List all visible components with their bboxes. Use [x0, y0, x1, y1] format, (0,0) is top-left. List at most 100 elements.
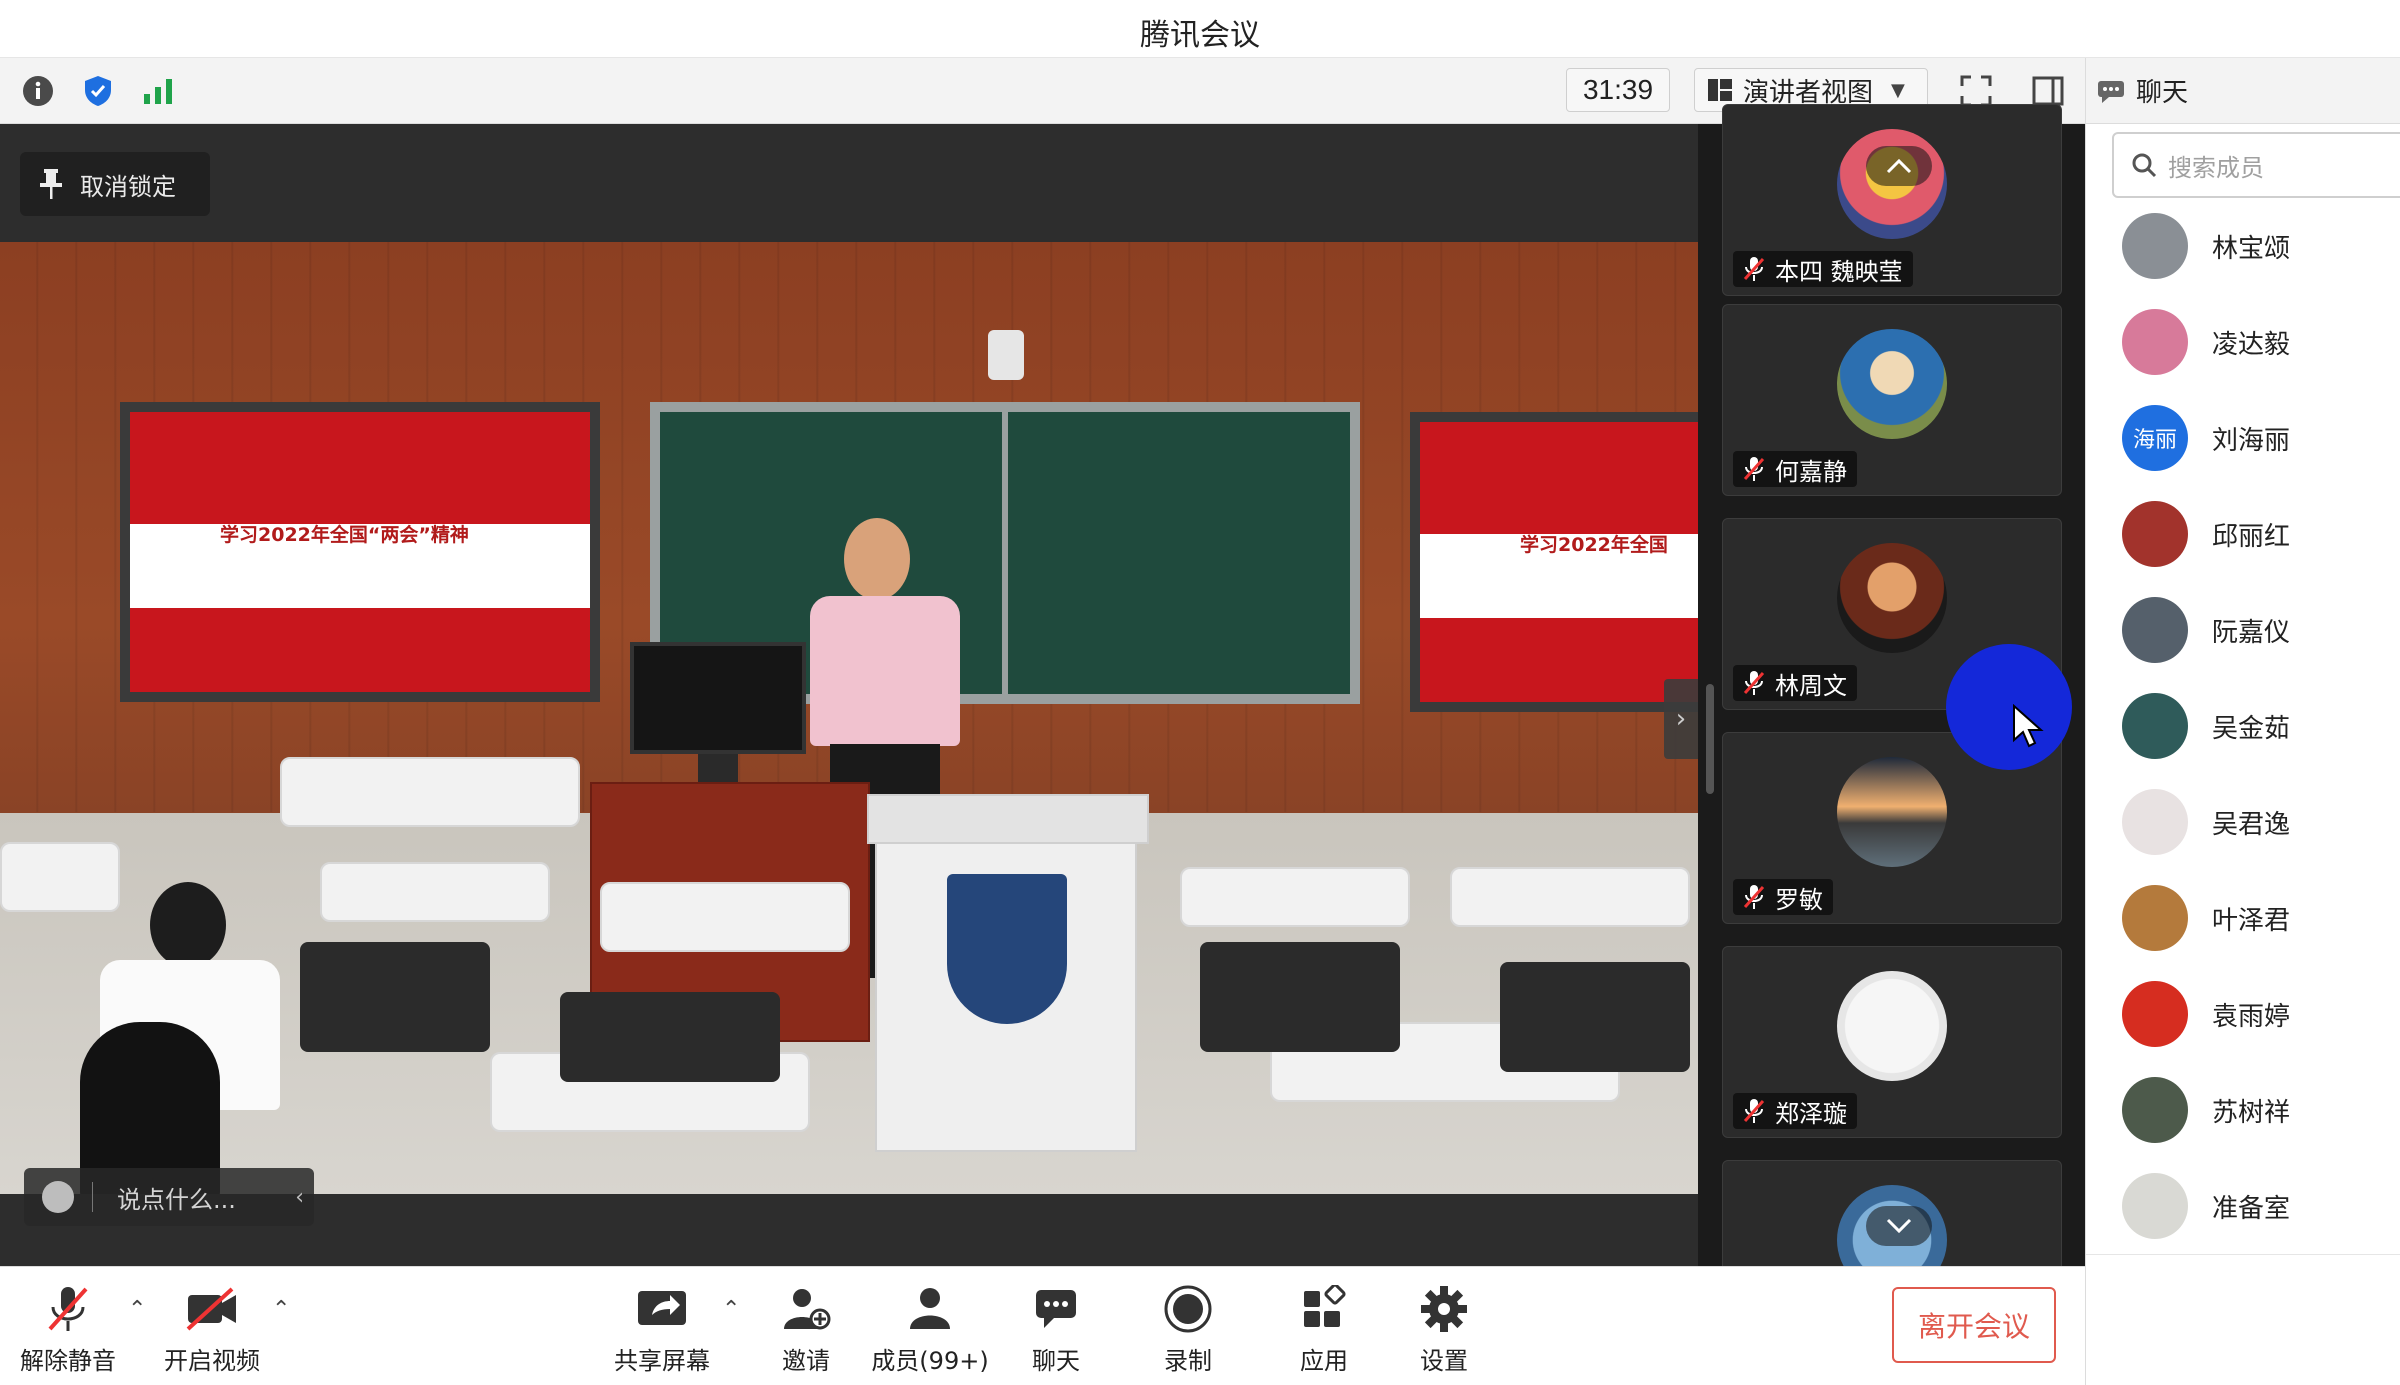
member-avatar [2122, 1077, 2188, 1143]
start-video-button[interactable]: 开启视频 [152, 1281, 272, 1376]
participant-name-tag: 何嘉静 [1733, 451, 1857, 487]
comment-placeholder: 说点什么... [117, 1185, 236, 1214]
chat-icon [2098, 80, 2124, 103]
video-options-chevron-icon[interactable]: ⌃ [272, 1297, 290, 1322]
shield-icon[interactable] [80, 73, 116, 109]
scroll-up-button[interactable] [1866, 146, 1932, 186]
chair [1200, 942, 1400, 1052]
main-video-stage[interactable]: 学习2022年全国“两会”精神 学习2022年全国 取消锁定 说点什么... ‹ [0, 124, 1698, 1266]
members-button[interactable]: 成员(99+) [870, 1281, 990, 1376]
member-search-input[interactable]: 搜索成员 [2112, 132, 2400, 198]
invite-user-icon [784, 1289, 831, 1330]
member-row[interactable]: 苏树祥 [2122, 1075, 2392, 1145]
member-avatar [2122, 1173, 2188, 1239]
member-row[interactable]: 阮嘉仪 [2122, 595, 2392, 665]
window-title: 腾讯会议 [1140, 18, 1260, 53]
member-row[interactable]: 林宝颂 [2122, 211, 2392, 281]
participant-avatar [1837, 329, 1947, 439]
record-label: 录制 [1164, 1347, 1212, 1375]
member-row[interactable]: 袁雨婷 [2122, 979, 2392, 1049]
settings-button[interactable]: 设置 [1384, 1281, 1504, 1376]
member-name: 阮嘉仪 [2212, 617, 2291, 648]
member-avatar [2122, 789, 2188, 855]
share-options-chevron-icon[interactable]: ⌃ [722, 1297, 740, 1322]
member-avatar [2122, 309, 2188, 375]
member-avatar [2122, 501, 2188, 567]
collapse-gallery-button[interactable]: › [1664, 679, 1698, 759]
participant-name-tag: 本四 魏映莹 [1733, 251, 1913, 287]
unmute-label: 解除静音 [20, 1347, 116, 1375]
member-row[interactable]: 凌达毅 [2122, 307, 2392, 377]
share-screen-label: 共享屏幕 [614, 1347, 710, 1375]
member-row[interactable]: 吴金茹 [2122, 691, 2392, 761]
member-name: 准备室 [2212, 1193, 2291, 1224]
podium [867, 794, 1149, 1152]
desk-monitor [630, 642, 806, 754]
mic-muted-icon [1743, 671, 1765, 695]
student-desk [320, 862, 550, 922]
participant-name: 何嘉静 [1775, 457, 1847, 486]
participant-name-tag: 林周文 [1733, 665, 1857, 701]
participant-name: 本四 魏映莹 [1775, 257, 1903, 286]
members-icon [910, 1288, 950, 1329]
screen-text-right: 学习2022年全国 [1520, 534, 1668, 556]
mic-muted-icon [48, 1287, 88, 1331]
apps-button[interactable]: 应用 [1264, 1281, 1384, 1376]
participant-name: 罗敏 [1775, 885, 1823, 914]
panel-title: 聊天 [2136, 78, 2189, 108]
chat-label: 聊天 [1032, 1347, 1080, 1375]
unmute-button[interactable]: 解除静音 [8, 1281, 128, 1376]
participant-avatar [1837, 543, 1947, 653]
member-name: 吴金茹 [2212, 713, 2291, 744]
chevron-up-icon [1886, 158, 1912, 174]
scroll-down-button[interactable] [1866, 1206, 1932, 1246]
unlock-pin-button[interactable]: 取消锁定 [20, 152, 210, 216]
member-row[interactable]: 海丽 刘海丽 [2122, 403, 2392, 473]
participant-tile[interactable]: 本四 魏映莹 [1722, 104, 2062, 296]
member-avatar [2122, 597, 2188, 663]
participant-tile[interactable]: 何嘉静 [1722, 304, 2062, 496]
chevron-down-icon [1886, 1218, 1912, 1234]
student-desk [1180, 867, 1410, 927]
left-display-screen: 学习2022年全国“两会”精神 [120, 402, 600, 702]
emoji-icon[interactable] [42, 1181, 74, 1213]
leave-meeting-button[interactable]: 离开会议 [1892, 1287, 2056, 1363]
gear-icon [1421, 1286, 1467, 1332]
member-name: 吴君逸 [2212, 809, 2291, 840]
search-placeholder: 搜索成员 [2168, 153, 2264, 182]
info-icon[interactable] [20, 73, 56, 109]
pin-icon [40, 169, 62, 199]
settings-label: 设置 [1420, 1347, 1468, 1375]
student-desk [1450, 867, 1690, 927]
invite-label: 邀请 [782, 1347, 830, 1375]
member-name: 林宝颂 [2212, 233, 2291, 264]
participant-name-tag: 郑泽璇 [1733, 1093, 1857, 1129]
title-bar: 腾讯会议 [0, 0, 2400, 58]
audio-options-chevron-icon[interactable]: ⌃ [128, 1297, 146, 1322]
member-name: 邱丽红 [2212, 521, 2291, 552]
participant-avatar [1837, 971, 1947, 1081]
gallery-splitter[interactable] [1706, 684, 1714, 794]
member-row[interactable]: 叶泽君 [2122, 883, 2392, 953]
student-desk [280, 757, 580, 827]
participant-avatar [1837, 757, 1947, 867]
chat-button[interactable]: 聊天 [996, 1281, 1116, 1376]
chat-icon [1036, 1290, 1076, 1328]
record-button[interactable]: 录制 [1128, 1281, 1248, 1376]
unlock-label: 取消锁定 [80, 172, 176, 201]
apps-label: 应用 [1300, 1347, 1348, 1375]
participant-tile[interactable]: 郑泽璇 [1722, 946, 2062, 1138]
member-row[interactable]: 准备室 [2122, 1171, 2392, 1241]
chevron-left-icon[interactable]: ‹ [295, 1185, 304, 1210]
comment-input[interactable]: 说点什么... ‹ [24, 1168, 314, 1226]
members-label: 成员(99+) [871, 1347, 989, 1375]
share-screen-button[interactable]: 共享屏幕 [602, 1281, 722, 1376]
member-row[interactable]: 吴君逸 [2122, 787, 2392, 857]
member-row[interactable]: 邱丽红 [2122, 499, 2392, 569]
share-screen-icon [638, 1291, 686, 1325]
cursor-highlight [1946, 644, 2072, 770]
signal-icon[interactable] [140, 73, 176, 109]
wall-camera [988, 330, 1024, 380]
member-avatar [2122, 693, 2188, 759]
invite-button[interactable]: 邀请 [746, 1281, 866, 1376]
